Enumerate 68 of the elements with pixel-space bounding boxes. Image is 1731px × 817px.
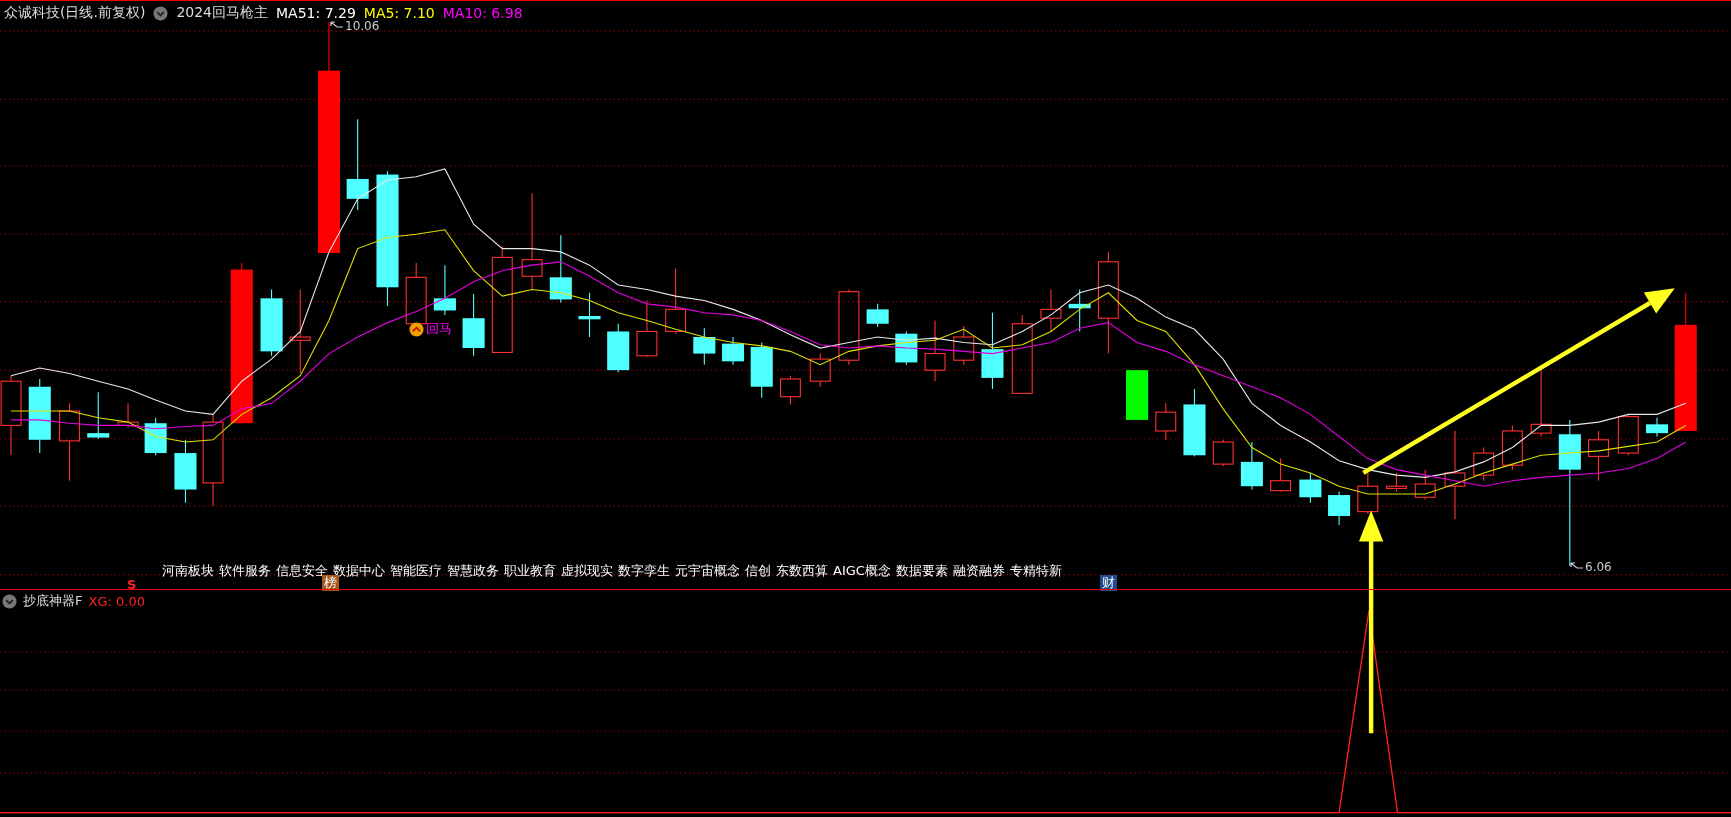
- candlestick: [117, 402, 139, 429]
- pointer-icon: [330, 21, 344, 31]
- candlestick: [1414, 469, 1436, 501]
- concept-tag[interactable]: 数据要素: [895, 562, 948, 580]
- candlestick: [549, 234, 572, 304]
- candlestick: [1040, 288, 1062, 333]
- candlestick: [636, 299, 658, 358]
- candlestick: [1126, 369, 1149, 421]
- candlestick: [578, 292, 601, 338]
- high-price-label: 10.06: [345, 19, 380, 33]
- candlestick: [433, 264, 456, 316]
- candlestick: [144, 417, 167, 456]
- candlestick: [607, 323, 630, 373]
- candlestick: [693, 327, 716, 366]
- indicator-value: MA5: 7.10: [363, 5, 435, 21]
- concept-tag[interactable]: 智能医疗: [390, 562, 442, 580]
- concept-tag[interactable]: 信创: [745, 562, 771, 580]
- candlestick: [462, 293, 485, 357]
- concept-tag[interactable]: AIGC概念: [833, 562, 891, 580]
- candlestick: [1212, 439, 1234, 467]
- candlestick: [750, 341, 773, 399]
- indicator-value: MA10: 6.98: [442, 5, 523, 21]
- signal-marker[interactable]: S: [127, 577, 137, 593]
- concept-tag[interactable]: 数字孪生: [618, 562, 670, 580]
- candlestick: [924, 319, 946, 382]
- candlestick: [1299, 472, 1322, 504]
- pointer-icon: [1570, 562, 1584, 572]
- concept-tag[interactable]: 软件服务: [219, 562, 271, 580]
- candlestick: [1155, 402, 1177, 441]
- candlestick: [722, 336, 745, 366]
- candlestick: [87, 391, 110, 440]
- candlestick: [866, 303, 889, 328]
- stock-title: 众诚科技(日线.前复权): [4, 4, 146, 22]
- candlestick: [174, 439, 197, 504]
- concept-tag[interactable]: 东数西算: [776, 562, 828, 580]
- concept-tag[interactable]: 虚拟现实: [561, 562, 613, 580]
- concept-tag[interactable]: 职业教育: [504, 562, 556, 580]
- candlestick: [1386, 472, 1407, 493]
- signal-icon: [409, 321, 424, 337]
- indicator-reading: XG: 0.00: [88, 593, 145, 609]
- low-price-label: 6.06: [1585, 560, 1612, 574]
- candlestick: [260, 288, 283, 357]
- concept-tag[interactable]: 元宇宙概念: [675, 562, 740, 580]
- dropdown-icon[interactable]: [153, 5, 169, 21]
- dropdown-icon[interactable]: [2, 593, 17, 609]
- concept-tag[interactable]: 专精特新: [1009, 562, 1062, 580]
- indicator-title: 抄底神器F: [23, 592, 83, 610]
- formula-name: 2024回马枪主: [176, 4, 268, 22]
- candlestick: [1068, 288, 1091, 333]
- candlestick: [1646, 417, 1669, 438]
- candlestick: [953, 325, 975, 366]
- candlestick: [1328, 491, 1351, 526]
- candlestick: [1183, 388, 1206, 457]
- candlestick: [1240, 441, 1263, 491]
- candlestick: [1357, 472, 1379, 515]
- candlestick: [665, 267, 687, 335]
- indicator-value: MA51: 7.29: [276, 5, 356, 21]
- candlestick: [1270, 458, 1292, 493]
- candlestick: [1501, 424, 1523, 471]
- candlestick: [779, 375, 801, 405]
- candlestick: [1617, 413, 1639, 456]
- candlestick: [1588, 430, 1609, 482]
- concept-tag[interactable]: 智慧政务: [447, 562, 499, 580]
- candlestick: [1473, 446, 1495, 482]
- signal-label: 回马: [426, 320, 452, 338]
- concept-tag[interactable]: 河南板块: [162, 562, 214, 580]
- candlestick: [809, 353, 831, 388]
- concept-tag[interactable]: 融资融券: [952, 562, 1005, 580]
